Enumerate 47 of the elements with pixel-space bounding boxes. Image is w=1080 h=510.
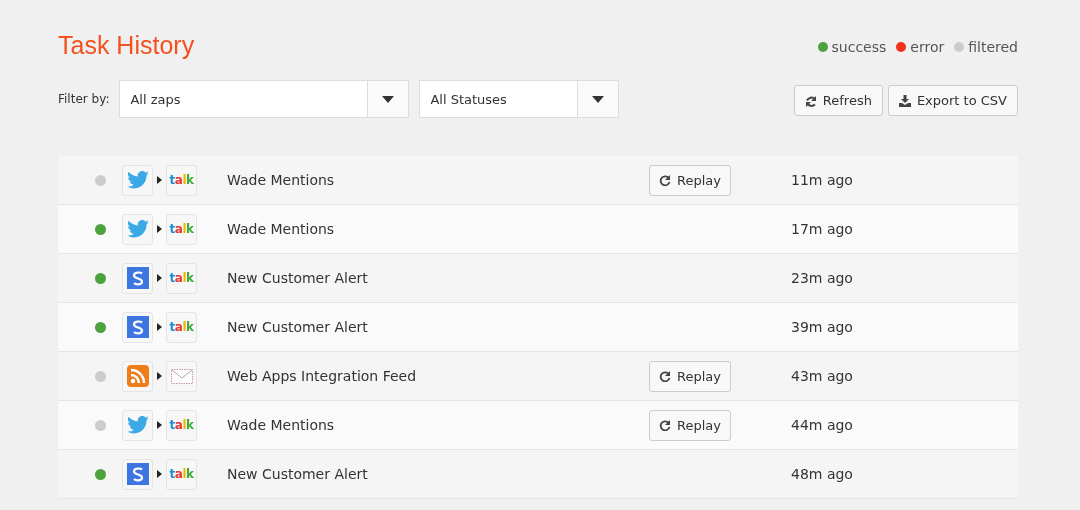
rss-icon — [122, 360, 153, 392]
dropdown[interactable]: All Statuses — [419, 80, 620, 118]
redo-icon — [659, 419, 671, 431]
talk-logo: talk — [166, 311, 197, 343]
page-title: Task History — [58, 30, 195, 60]
envelope-icon — [166, 360, 197, 392]
replay-button[interactable]: Replay — [649, 360, 731, 392]
talk-logo: talk — [166, 213, 197, 245]
task-name: New Customer Alert — [227, 466, 369, 482]
task-name: Wade Mentions — [227, 221, 336, 237]
bird-icon — [122, 409, 153, 441]
time-ago: 23m ago — [791, 270, 853, 286]
letter-s-icon — [122, 311, 153, 343]
legend-label: error — [910, 39, 945, 55]
task-name: Wade Mentions — [227, 172, 336, 188]
talk-logo: talk — [166, 458, 197, 490]
replay-button[interactable]: Replay — [649, 409, 731, 441]
bird-icon — [122, 213, 153, 245]
task-name: Wade Mentions — [227, 417, 336, 433]
download-icon — [898, 94, 911, 107]
time-ago: 39m ago — [791, 319, 853, 335]
filter-label: Filter by: — [58, 92, 110, 106]
caret-icon — [592, 95, 605, 103]
task-name: Web Apps Integration Feed — [227, 368, 418, 384]
letter-s-icon — [122, 458, 153, 490]
legend-label: success — [831, 39, 887, 55]
time-ago: 48m ago — [791, 466, 853, 482]
task-name: New Customer Alert — [227, 319, 369, 335]
redo-icon — [659, 174, 671, 186]
time-ago: 44m ago — [791, 417, 853, 433]
time-ago: 17m ago — [791, 221, 853, 237]
caret-icon — [382, 95, 395, 103]
task-name: New Customer Alert — [227, 270, 369, 286]
talk-logo: talk — [166, 164, 197, 196]
export-button[interactable]: Export to CSV — [887, 85, 1018, 116]
time-ago: 11m ago — [791, 172, 853, 188]
talk-logo: talk — [166, 409, 197, 441]
time-ago: 43m ago — [791, 368, 853, 384]
refresh-button[interactable]: Refresh — [793, 85, 883, 116]
replay-button[interactable]: Replay — [649, 164, 731, 196]
redo-icon — [659, 370, 671, 382]
talk-logo: talk — [166, 262, 197, 294]
bird-icon — [122, 164, 153, 196]
dropdown[interactable]: All zaps — [119, 80, 410, 118]
letter-s-icon — [122, 262, 153, 294]
legend-label: filtered — [968, 39, 1018, 55]
refresh-icon — [804, 94, 817, 107]
